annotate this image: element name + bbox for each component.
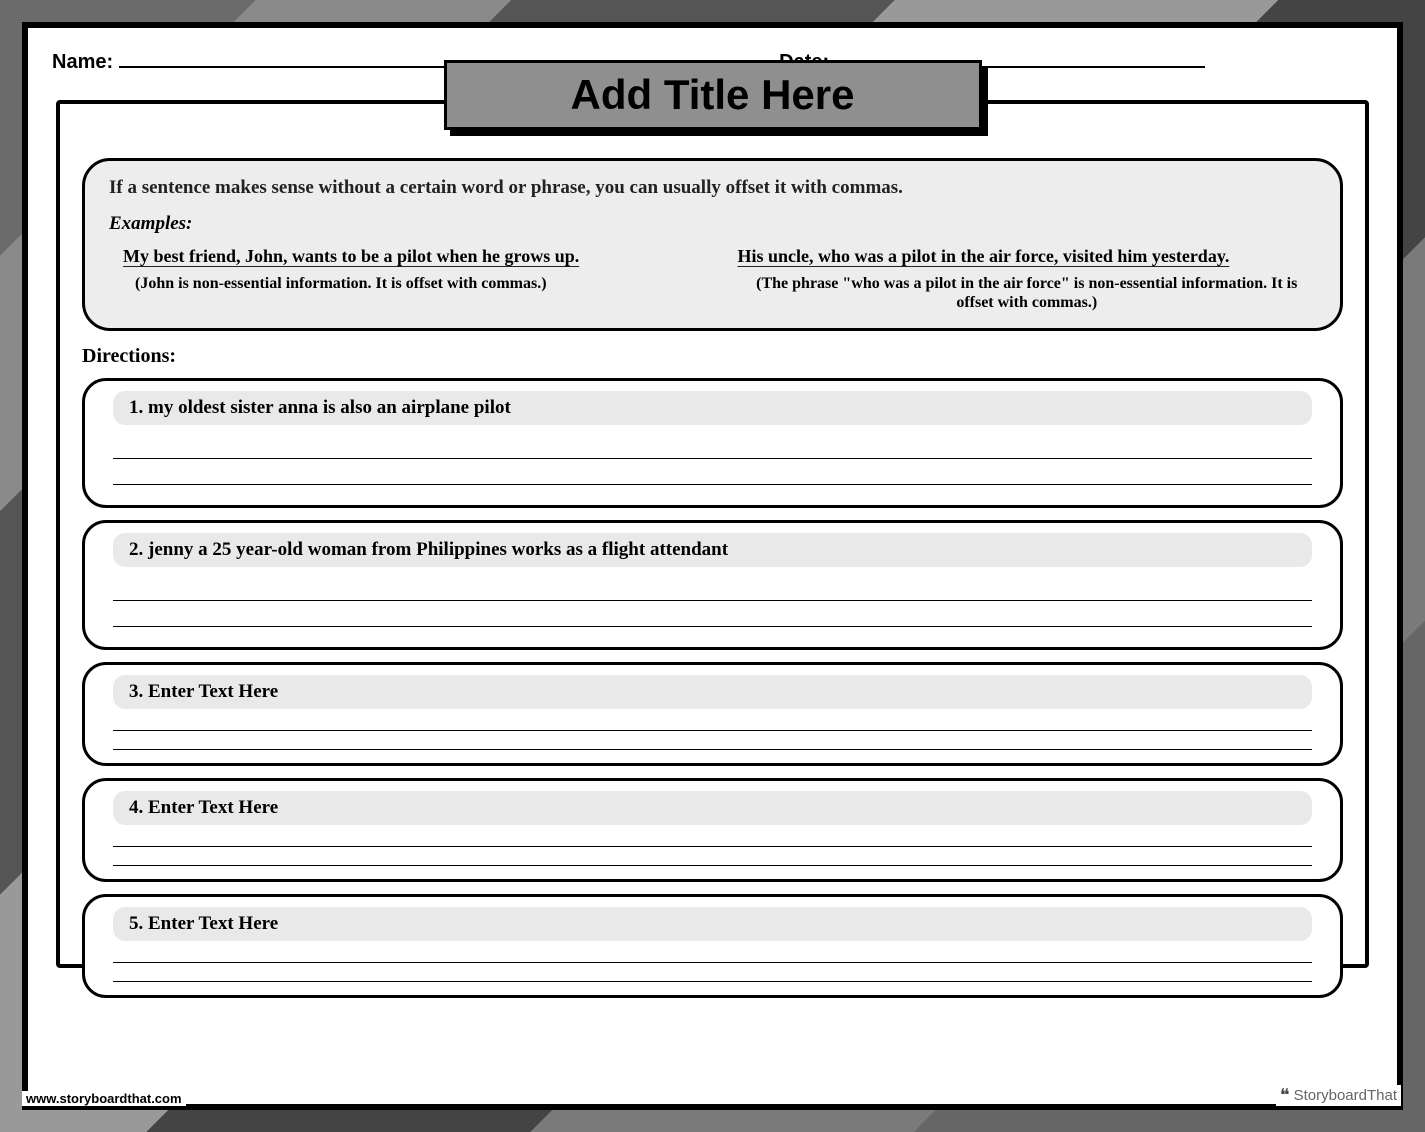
answer-line[interactable]: [113, 717, 1312, 731]
rule-text: If a sentence makes sense without a cert…: [109, 177, 1316, 199]
answer-line[interactable]: [113, 949, 1312, 963]
question-prompt[interactable]: 2. jenny a 25 year-old woman from Philip…: [113, 533, 1312, 567]
name-label: Name:: [52, 51, 113, 74]
question-box-4: 4. Enter Text Here: [82, 778, 1343, 882]
answer-line[interactable]: [113, 439, 1312, 459]
examples-row: My best friend, John, wants to be a pilo…: [109, 245, 1316, 312]
question-box-3: 3. Enter Text Here: [82, 662, 1343, 766]
page-inner-border: Name: Date: Add Title Here If a sentence…: [22, 22, 1403, 1110]
question-prompt[interactable]: 1. my oldest sister anna is also an airp…: [113, 391, 1312, 425]
main-worksheet-box: Add Title Here If a sentence makes sense…: [56, 100, 1369, 968]
question-box-2: 2. jenny a 25 year-old woman from Philip…: [82, 520, 1343, 650]
example-2: His uncle, who was a pilot in the air fo…: [738, 245, 1317, 312]
answer-line[interactable]: [113, 968, 1312, 982]
examples-label: Examples:: [109, 213, 1316, 235]
title-plate-wrap: Add Title Here: [444, 60, 982, 130]
example-1-sentence: My best friend, John, wants to be a pilo…: [123, 245, 702, 268]
info-box: If a sentence makes sense without a cert…: [82, 158, 1343, 331]
footer-url: www.storyboardthat.com: [22, 1091, 186, 1106]
question-box-5: 5. Enter Text Here: [82, 894, 1343, 998]
answer-line[interactable]: [113, 607, 1312, 627]
speech-bubble-icon: ❝: [1280, 1085, 1290, 1106]
directions-label: Directions:: [82, 345, 1343, 368]
answer-line[interactable]: [113, 465, 1312, 485]
question-box-1: 1. my oldest sister anna is also an airp…: [82, 378, 1343, 508]
example-1: My best friend, John, wants to be a pilo…: [123, 245, 702, 312]
page-outer-frame: Name: Date: Add Title Here If a sentence…: [0, 0, 1425, 1132]
answer-line[interactable]: [113, 581, 1312, 601]
example-1-note: (John is non-essential information. It i…: [123, 274, 702, 293]
question-prompt[interactable]: 5. Enter Text Here: [113, 907, 1312, 941]
footer-brand-text: StoryboardThat: [1294, 1087, 1397, 1104]
answer-line[interactable]: [113, 833, 1312, 847]
title-plate[interactable]: Add Title Here: [444, 60, 982, 130]
example-2-note: (The phrase "who was a pilot in the air …: [738, 274, 1317, 312]
example-2-sentence: His uncle, who was a pilot in the air fo…: [738, 245, 1317, 268]
title-text: Add Title Here: [571, 71, 855, 119]
question-prompt[interactable]: 4. Enter Text Here: [113, 791, 1312, 825]
page-content: Name: Date: Add Title Here If a sentence…: [28, 28, 1397, 1104]
question-prompt[interactable]: 3. Enter Text Here: [113, 675, 1312, 709]
answer-line[interactable]: [113, 736, 1312, 750]
footer-brand: ❝ StoryboardThat: [1276, 1085, 1401, 1106]
answer-line[interactable]: [113, 852, 1312, 866]
